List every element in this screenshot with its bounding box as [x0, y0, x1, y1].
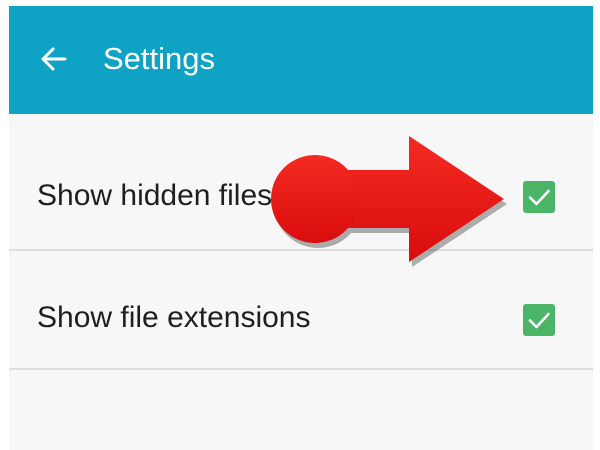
app-bar: Settings [9, 6, 593, 114]
setting-label: Show hidden files [37, 179, 273, 212]
show-hidden-files-checkbox[interactable] [523, 181, 555, 213]
show-file-extensions-checkbox[interactable] [523, 304, 555, 336]
setting-label: Show file extensions [37, 301, 311, 334]
settings-screen: Settings Show hidden files Show file ext… [9, 6, 593, 450]
divider [9, 368, 593, 370]
page-title: Settings [103, 41, 216, 76]
setting-row-show-file-extensions[interactable]: Show file extensions [9, 258, 593, 380]
checkmark-icon [528, 312, 550, 329]
checkmark-icon [528, 189, 550, 206]
arrow-left-icon[interactable] [38, 44, 68, 74]
red-arrow-annotation [271, 136, 507, 267]
